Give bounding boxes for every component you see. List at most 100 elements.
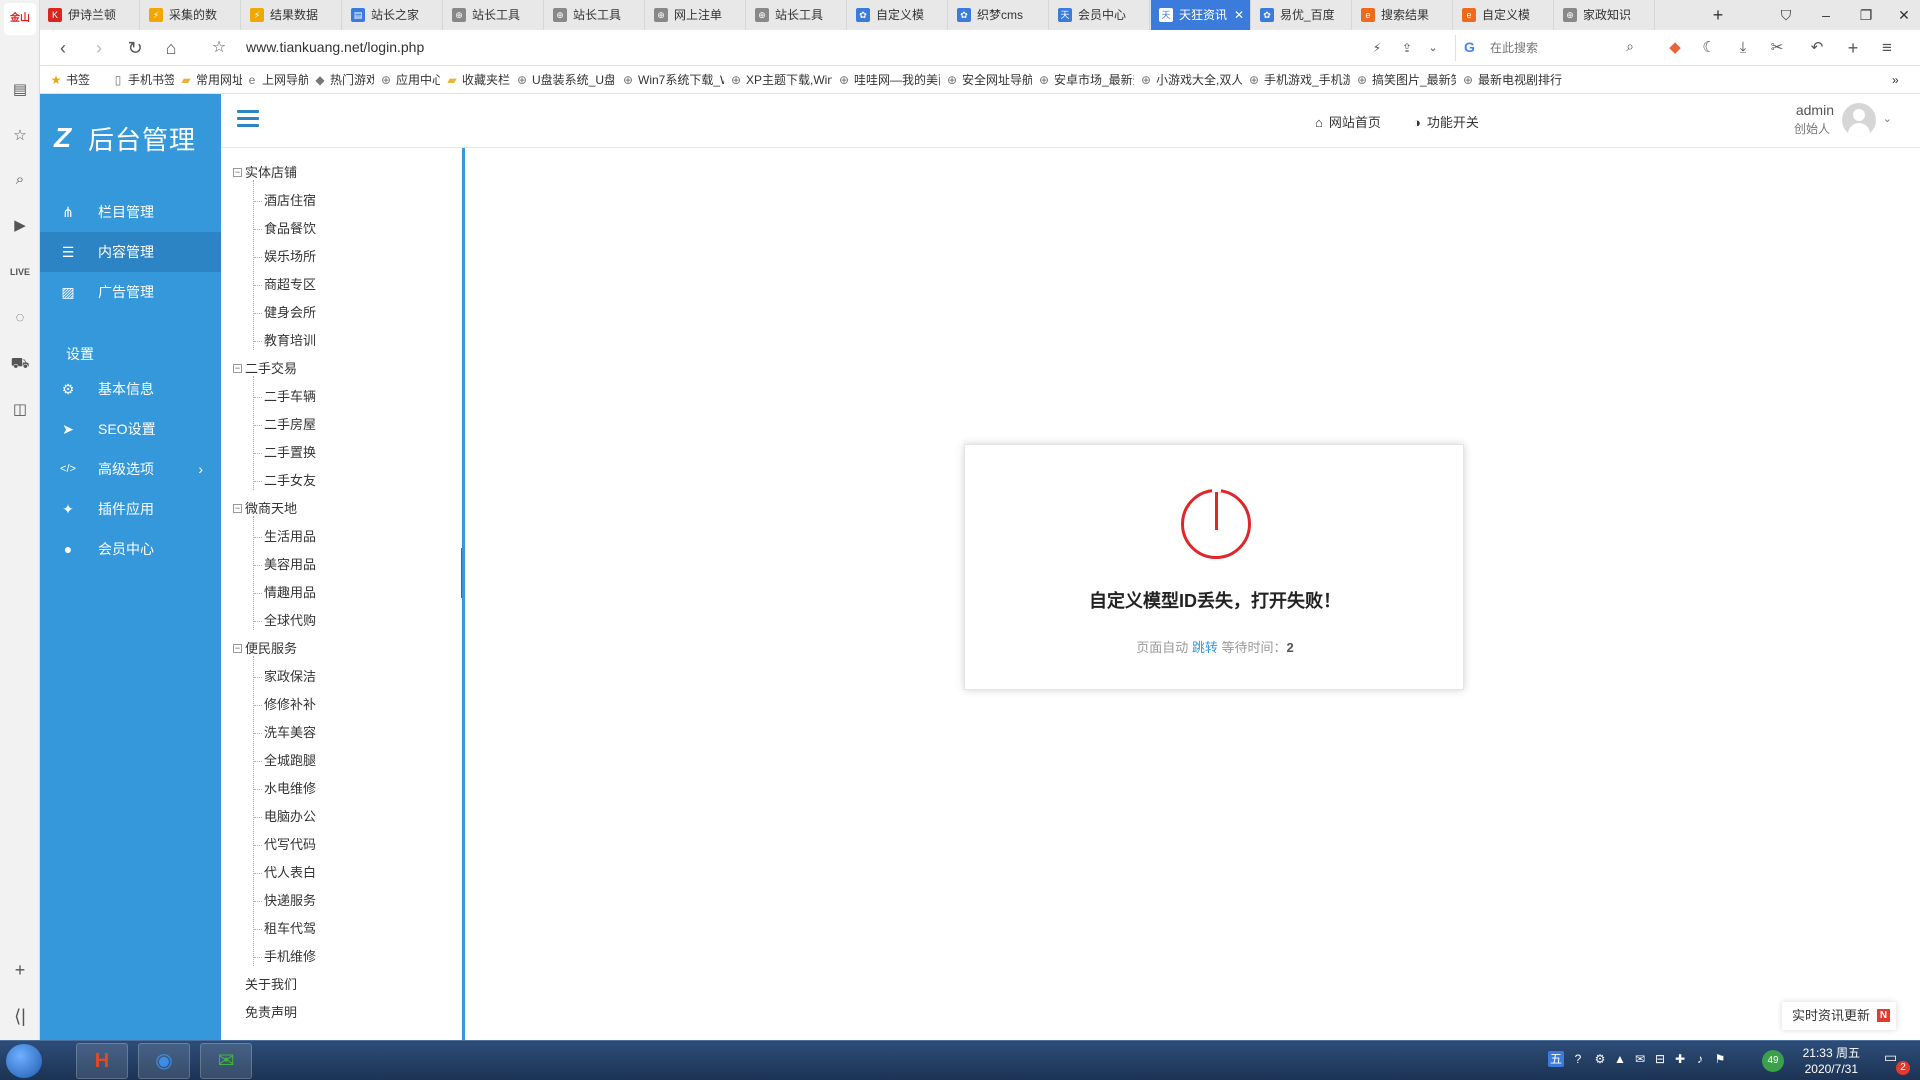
chat-icon[interactable]: ◌ — [8, 306, 32, 330]
live-icon[interactable]: LIVE — [8, 260, 32, 284]
browser-logo[interactable]: 金山 — [4, 3, 36, 35]
tree-scrollbar[interactable] — [461, 548, 462, 598]
collapse-icon[interactable]: − — [233, 504, 242, 513]
scissors-icon[interactable]: ✂ — [1764, 36, 1790, 60]
forward-icon[interactable]: › — [86, 36, 112, 60]
browser-tab[interactable]: ✿ 织梦cms — [949, 0, 1049, 30]
tree-leaf[interactable]: 二手女友 — [253, 470, 316, 492]
browser-tab[interactable]: 天会员中心 — [1050, 0, 1150, 30]
tree-leaf[interactable]: 代写代码 — [253, 834, 316, 856]
action-center-icon[interactable]: ⚑ — [1712, 1051, 1728, 1067]
tree-leaf[interactable]: 生活用品 — [253, 526, 316, 548]
tree-leaf[interactable]: 洗车美容 — [253, 722, 316, 744]
bookmark-item[interactable]: ⊕ 哇哇网—我的美丽 — [836, 66, 940, 94]
bookmark-star-icon[interactable]: ☆ — [206, 36, 232, 60]
browser-tab[interactable]: ⊕ 网上注单 — [646, 0, 746, 30]
tree-leaf[interactable]: 二手房屋 — [253, 414, 316, 436]
settings-tray-icon[interactable]: ⚙ — [1592, 1051, 1608, 1067]
favorites-star-icon[interactable]: ☆ — [8, 124, 32, 148]
tree-leaf[interactable]: 二手车辆 — [253, 386, 316, 408]
sidebar-item[interactable]: </> 高级选项 › — [40, 449, 221, 489]
tree-leaf[interactable]: 美容用品 — [253, 554, 316, 576]
reload-icon[interactable]: ↻ — [122, 36, 148, 60]
tree-leaf[interactable]: 快递服务 — [253, 890, 316, 912]
bookmarks-more-icon[interactable]: » — [1892, 66, 1899, 94]
bookmark-item[interactable]: ⊕ 手机游戏_手机游戏 — [1246, 66, 1350, 94]
browser-tab[interactable]: ⊕ 站长工具 — [545, 0, 645, 30]
download-icon[interactable]: ⤓ — [1730, 36, 1756, 60]
tree-leaf[interactable]: 家政保洁 — [253, 666, 316, 688]
site-home-link[interactable]: ⌂ 网站首页 — [1315, 112, 1381, 131]
tree-leaf[interactable]: 情趣用品 — [253, 582, 316, 604]
browser-tab[interactable]: e 搜索结果 — [1353, 0, 1453, 30]
browser-tab[interactable]: ▤ 站长之家 — [343, 0, 443, 30]
bookmark-item[interactable]: ⊕ 安全网址导航 — [944, 66, 1032, 94]
tree-leaf[interactable]: 水电维修 — [253, 778, 316, 800]
bookmark-item[interactable]: ⊕ 最新电视剧排行 — [1460, 66, 1570, 94]
sidebar-item[interactable]: ● 会员中心 — [40, 529, 221, 569]
jump-link[interactable]: 跳转 — [1192, 640, 1218, 655]
sidebar-item[interactable]: ▨ 广告管理 — [40, 272, 221, 312]
show-hidden-icon[interactable]: ▲ — [1612, 1051, 1628, 1067]
add-icon[interactable]: + — [1840, 36, 1866, 60]
minimize-icon[interactable]: – — [1808, 0, 1844, 30]
user-menu[interactable]: admin 创始人 ⌄ — [1772, 100, 1892, 142]
shirt-skin-icon[interactable]: ⛉ — [1768, 0, 1804, 30]
game-icon[interactable]: ◆ — [1662, 36, 1688, 60]
close-window-icon[interactable]: ✕ — [1886, 0, 1920, 30]
bookmark-item[interactable]: ⊕ 应用中心 — [378, 66, 440, 94]
tree-leaf[interactable]: 娱乐场所 — [253, 246, 316, 268]
taskbar-app[interactable]: H — [76, 1043, 128, 1079]
home-icon[interactable]: ⌂ — [158, 36, 184, 60]
restore-icon[interactable]: ❐ — [1848, 0, 1884, 30]
collapse-sidebar-icon[interactable]: ⟨| — [8, 1006, 32, 1027]
collapse-icon[interactable]: − — [233, 644, 242, 653]
tree-leaf[interactable]: 全球代购 — [253, 610, 316, 632]
tree-leaf[interactable]: 健身会所 — [253, 302, 316, 324]
bookmark-item[interactable]: ⊕ Win7系统下载_Wi — [620, 66, 724, 94]
browser-tab[interactable]: K 伊诗兰顿 — [40, 0, 140, 30]
tree-leaf[interactable]: 教育培训 — [253, 330, 316, 352]
night-mode-icon[interactable]: ☾ — [1696, 36, 1722, 60]
collapse-icon[interactable]: − — [233, 364, 242, 373]
tree-leaf[interactable]: 酒店住宿 — [253, 190, 316, 212]
bookmark-item[interactable]: ⊕ U盘装系统_U盘启 — [514, 66, 614, 94]
feature-toggle-link[interactable]: ◑ 功能开关 — [1413, 112, 1479, 131]
tree-leaf[interactable]: 修修补补 — [253, 694, 316, 716]
bookmark-item[interactable]: ▰ 常用网址 — [178, 66, 242, 94]
sidebar-item[interactable]: ⋔ 栏目管理 — [40, 192, 221, 232]
search-input[interactable] — [1490, 38, 1610, 58]
wechat-tray-icon[interactable]: ✉ — [1632, 1051, 1648, 1067]
ime-icon[interactable]: 五 — [1548, 1051, 1564, 1067]
add-icon[interactable]: + — [8, 960, 32, 981]
start-button[interactable] — [6, 1044, 42, 1078]
tree-leaf[interactable]: 食品餐饮 — [253, 218, 316, 240]
search-icon[interactable]: ⌕ — [8, 168, 32, 192]
tree-node[interactable]: 免责声明 — [245, 1002, 297, 1024]
tree-leaf[interactable]: 商超专区 — [253, 274, 316, 296]
news-update-tag[interactable]: 实时资讯更新 N — [1781, 1002, 1896, 1030]
net-speed-badge[interactable]: 49 — [1762, 1050, 1784, 1072]
new-tab-icon[interactable]: + — [1700, 0, 1736, 30]
browser-tab[interactable]: e 自定义模 — [1454, 0, 1554, 30]
taskbar-app[interactable]: ✉ — [200, 1043, 252, 1079]
tab-close-icon[interactable]: ✕ — [1234, 0, 1244, 30]
browser-tab[interactable]: ⊕ 站长工具 — [747, 0, 847, 30]
url-dropdown-icon[interactable]: ⌄ — [1420, 36, 1446, 60]
browser-tab[interactable]: ✿ 自定义模 — [848, 0, 948, 30]
browser-tab[interactable]: ⚡ 采集的数 — [141, 0, 241, 30]
taskbar-app[interactable]: ◉ — [138, 1043, 190, 1079]
browser-tab[interactable]: ⊕ 站长工具 — [444, 0, 544, 30]
tree-leaf[interactable]: 电脑办公 — [253, 806, 316, 828]
search-icon[interactable]: ⌕ — [1626, 38, 1634, 55]
browser-tab[interactable]: ⊕ 家政知识 — [1555, 0, 1655, 30]
tree-leaf[interactable]: 手机维修 — [253, 946, 316, 968]
share-icon[interactable]: ⇪ — [1394, 36, 1420, 60]
browser-tab[interactable]: ✿ 易优_百度 — [1252, 0, 1352, 30]
browser-tab[interactable]: ⚡ 结果数据 — [242, 0, 342, 30]
sidebar-item[interactable]: ✦ 插件应用 — [40, 489, 221, 529]
tree-leaf[interactable]: 租车代驾 — [253, 918, 316, 940]
bookmark-item[interactable]: ▯ 手机书签 — [110, 66, 174, 94]
brand-logo[interactable]: Z 后台管理 — [54, 118, 196, 158]
menu-icon[interactable]: ≡ — [1874, 36, 1900, 60]
